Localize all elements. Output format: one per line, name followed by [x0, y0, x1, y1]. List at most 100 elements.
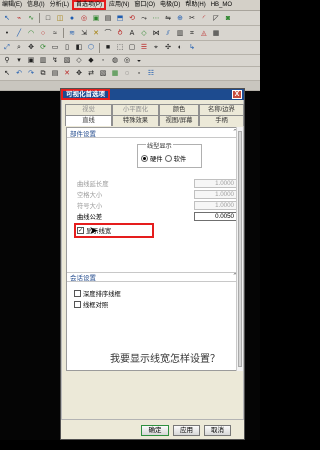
circle-icon[interactable]: ○ [38, 28, 48, 38]
snap-endpoint-icon[interactable]: ◦ [98, 56, 108, 66]
tab-view-screen[interactable]: 视图/屏幕 [159, 115, 199, 126]
show-hide-icon[interactable]: ◐ [175, 43, 185, 53]
point-icon[interactable]: • [2, 28, 12, 38]
filter-icon[interactable]: ⚲ [2, 56, 12, 66]
move-icon[interactable]: ✥ [74, 69, 84, 79]
coordinate-icon[interactable]: ↳ [187, 43, 197, 53]
pocket-icon[interactable]: ▤ [103, 13, 113, 23]
session-settings-header[interactable]: 会话设置 ⌃ [67, 272, 241, 282]
wireframe-contrast-option[interactable]: 线框对照 [74, 299, 234, 309]
extrude-icon[interactable]: ⬒ [115, 13, 125, 23]
curve-icon[interactable]: ∿ [26, 13, 36, 23]
pattern-icon[interactable]: ⋯ [151, 13, 161, 23]
curve-rule-icon[interactable]: ↯ [50, 56, 60, 66]
face-rule-icon[interactable]: ▧ [62, 56, 72, 66]
right-view-icon[interactable]: ◧ [74, 43, 84, 53]
paste-icon[interactable]: ▤ [50, 69, 60, 79]
offset-curve-icon[interactable]: ≋ [67, 28, 77, 38]
pan-icon[interactable]: ✥ [26, 43, 36, 53]
tab-name-border[interactable]: 名称/边界 [199, 104, 244, 115]
fit-view-icon[interactable]: ⤢ [2, 43, 12, 53]
undo-icon[interactable]: ↶ [14, 69, 24, 79]
arrow-selection-icon[interactable]: ↖ [2, 69, 12, 79]
layer-icon[interactable]: ☰ [139, 43, 149, 53]
tab-faceting[interactable]: 小平面化 [112, 104, 159, 115]
panel-scrollbar[interactable] [236, 127, 243, 371]
sketch-icon[interactable]: ⌁ [14, 13, 24, 23]
class-selection-icon[interactable]: ▥ [38, 56, 48, 66]
menu-electrode[interactable]: 电极(D) [158, 0, 182, 11]
snap-icon[interactable]: ✣ [163, 43, 173, 53]
graphics-area[interactable] [0, 440, 260, 450]
depth-sort-wireframe-option[interactable]: 深度排序线框 [74, 288, 234, 298]
edit-object-display-icon[interactable]: ▧ [98, 69, 108, 79]
software-radio[interactable] [164, 155, 172, 162]
tab-special-effects[interactable]: 特殊效果 [112, 115, 159, 126]
rotate-icon[interactable]: ⟳ [38, 43, 48, 53]
snap-midpoint-icon[interactable]: ◍ [110, 56, 120, 66]
chamfer-icon[interactable]: ◸ [211, 13, 221, 23]
grid-icon[interactable]: ▦ [211, 28, 221, 38]
tab-color[interactable]: 颜色 [159, 104, 199, 115]
revolve-icon[interactable]: ⟲ [127, 13, 137, 23]
project-curve-icon[interactable]: ⇲ [79, 28, 89, 38]
part-navigator-icon[interactable]: ☷ [146, 69, 156, 79]
menu-analysis[interactable]: 分析(L) [48, 0, 71, 11]
select-icon[interactable]: ↖ [2, 13, 12, 23]
menu-application[interactable]: 应用(N) [107, 0, 131, 11]
iso-view-icon[interactable]: ⬡ [86, 43, 96, 53]
zoom-icon[interactable]: ⌕ [14, 43, 24, 53]
front-view-icon[interactable]: ▭ [50, 43, 60, 53]
measure-icon[interactable]: ⌗ [187, 28, 197, 38]
shell-icon[interactable]: ◙ [223, 13, 233, 23]
copy-icon[interactable]: ⧉ [38, 69, 48, 79]
box-icon[interactable]: □ [43, 13, 53, 23]
cylinder-icon[interactable]: ◫ [55, 13, 65, 23]
ok-button[interactable]: 确定 [141, 425, 169, 436]
tab-handles[interactable]: 手柄 [199, 115, 244, 126]
snap-center-icon[interactable]: ◎ [122, 56, 132, 66]
depth-sort-wireframe-checkbox[interactable] [74, 289, 81, 297]
bridge-curve-icon[interactable]: ⌒ [103, 28, 113, 38]
menu-info[interactable]: 信息(I) [25, 0, 47, 11]
wireframe-icon[interactable]: ⬚ [115, 43, 125, 53]
wcs-icon[interactable]: ⌖ [151, 43, 161, 53]
sew-icon[interactable]: ⋈ [151, 28, 161, 38]
entire-assembly-icon[interactable]: ▣ [26, 56, 36, 66]
delete-icon[interactable]: ✕ [62, 69, 72, 79]
cancel-button[interactable]: 取消 [204, 425, 231, 436]
redo-icon[interactable]: ↷ [26, 69, 36, 79]
tab-lines[interactable]: 直线 [65, 115, 112, 126]
boolean-icon[interactable]: ⊕ [175, 13, 185, 23]
wireframe-contrast-checkbox[interactable] [74, 300, 81, 308]
arc-icon[interactable]: ◠ [26, 28, 36, 38]
edge-blend-icon[interactable]: ◜ [199, 13, 209, 23]
component-settings-header[interactable]: 部件设置 ⌃ [67, 128, 241, 138]
snap-quadrant-icon[interactable]: ◒ [134, 56, 144, 66]
hidden-line-icon[interactable]: ▢ [127, 43, 137, 53]
hole-icon[interactable]: ◎ [79, 13, 89, 23]
text-icon[interactable]: A [127, 28, 137, 38]
apply-button[interactable]: 应用 [173, 425, 200, 436]
spline-icon[interactable]: ≈ [50, 28, 60, 38]
tab-visual[interactable]: 视觉 [65, 104, 112, 115]
close-icon[interactable]: X [232, 90, 242, 99]
body-selection-icon[interactable]: ◆ [86, 56, 96, 66]
menu-preferences[interactable]: 首选项(P) [72, 0, 107, 10]
intersection-curve-icon[interactable]: ✕ [91, 28, 101, 38]
transform-icon[interactable]: ⇄ [86, 69, 96, 79]
split-body-icon[interactable]: ⫽ [163, 28, 173, 38]
selection-scope-icon[interactable]: ▾ [14, 56, 24, 66]
sweep-icon[interactable]: ⤳ [139, 13, 149, 23]
menu-edit[interactable]: 编辑(E) [0, 0, 24, 11]
show-linewidth-option[interactable]: ✓ 显示线宽 [74, 223, 154, 238]
menu-help[interactable]: 帮助(H) [183, 0, 207, 11]
feature-selection-icon[interactable]: ◇ [74, 56, 84, 66]
translucency-icon[interactable]: ◌ [122, 69, 132, 79]
helix-icon[interactable]: ⥁ [115, 28, 125, 38]
analysis-icon[interactable]: ◬ [199, 28, 209, 38]
blank-icon[interactable]: ▫ [134, 69, 144, 79]
hardware-radio[interactable] [141, 155, 148, 162]
top-view-icon[interactable]: ▯ [62, 43, 72, 53]
scrollbar-thumb[interactable] [238, 131, 242, 367]
